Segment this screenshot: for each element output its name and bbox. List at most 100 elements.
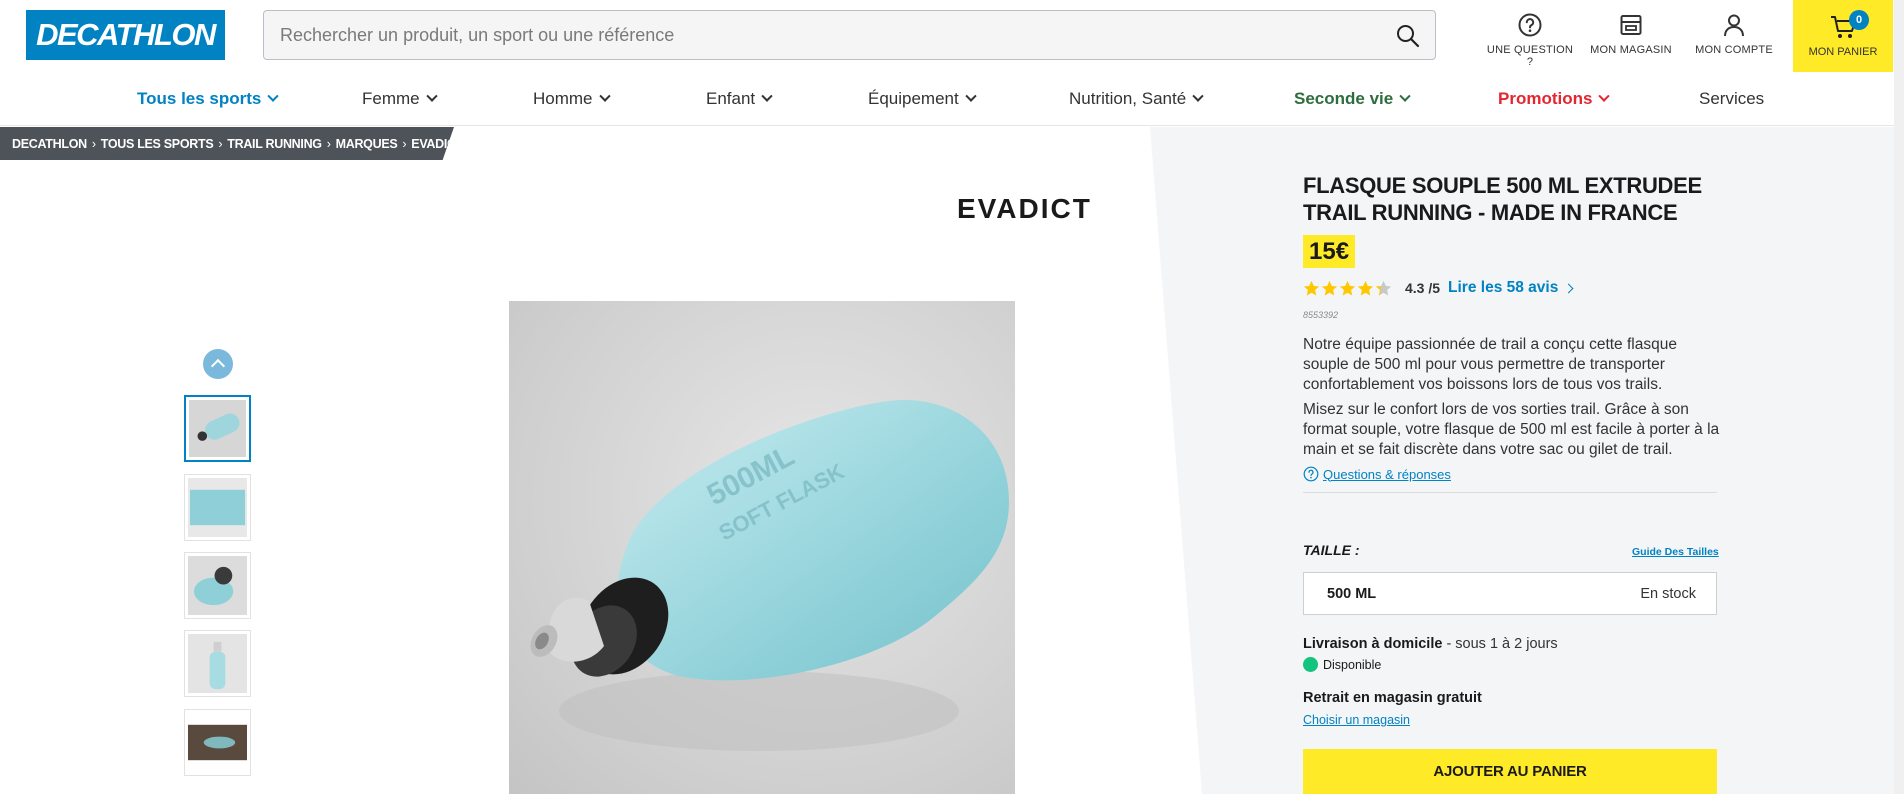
thumbnail-4[interactable] — [184, 630, 251, 697]
store-label: MON MAGASIN — [1590, 44, 1672, 56]
thumbnail-2[interactable] — [184, 474, 251, 541]
nav-item-equipement[interactable]: Équipement — [868, 89, 977, 109]
questions-answers-link[interactable]: Questions & réponses — [1303, 466, 1451, 482]
availability-dot-icon — [1303, 657, 1318, 672]
availability-label: Disponible — [1323, 657, 1382, 672]
nav-item-nutrition-sante[interactable]: Nutrition, Santé — [1069, 89, 1204, 109]
nav-item-seconde-vie[interactable]: Seconde vie — [1294, 89, 1411, 109]
chevron-down-icon — [598, 90, 611, 102]
cart-label: MON PANIER — [1808, 46, 1878, 58]
nav-label: Promotions — [1498, 89, 1593, 108]
main-product-image[interactable]: 500ML SOFT FLASK — [509, 301, 1015, 794]
availability-status: Disponible — [1303, 657, 1381, 672]
questions-answers-label: Questions & réponses — [1323, 466, 1451, 482]
nav-label: Femme — [362, 89, 420, 108]
search-bar[interactable] — [263, 10, 1436, 60]
nav-label: Tous les sports — [137, 89, 262, 108]
breadcrumb-separator-icon: › — [91, 136, 96, 151]
nav-item-femme[interactable]: Femme — [362, 89, 438, 109]
logo-text: DECATHLON — [36, 17, 216, 52]
nav-label: Enfant — [706, 89, 756, 108]
cart-count-badge: 0 — [1849, 10, 1869, 30]
nav-label: Équipement — [868, 89, 959, 108]
breadcrumb-item[interactable]: TOUS LES SPORTS — [101, 137, 214, 151]
chevron-down-icon — [267, 90, 280, 102]
brand-logo[interactable]: EVADICT — [957, 193, 1092, 225]
chevron-down-icon — [1192, 90, 1204, 102]
star-full-icon — [1357, 280, 1374, 296]
breadcrumb-item[interactable]: DECATHLON — [12, 137, 87, 151]
product-thumbnail-image — [188, 478, 247, 537]
star-full-icon — [1303, 280, 1320, 296]
nav-label: Homme — [533, 89, 593, 108]
add-to-cart-button[interactable]: AJOUTER AU PANIER — [1303, 749, 1717, 794]
product-info-background — [1150, 127, 1894, 794]
nav-label: Services — [1699, 89, 1765, 108]
size-selector[interactable]: 500 ML En stock — [1303, 572, 1717, 615]
product-description-2: Misez sur le confort lors de vos sorties… — [1303, 401, 1720, 458]
thumbnail-scroll-up-button[interactable] — [203, 349, 233, 379]
delivery-detail: - sous 1 à 2 jours — [1442, 636, 1558, 652]
nav-label: Seconde vie — [1294, 89, 1394, 108]
search-input[interactable] — [280, 11, 1360, 59]
breadcrumb: DECATHLON › TOUS LES SPORTS › TRAIL RUNNIN… — [0, 127, 454, 160]
chevron-right-icon — [1563, 283, 1574, 293]
product-thumbnail-image — [188, 556, 247, 615]
page-scrollbar[interactable] — [1894, 0, 1904, 794]
size-guide-link[interactable]: Guide Des Tailles — [1632, 546, 1719, 558]
nav-item-enfant[interactable]: Enfant — [706, 89, 773, 109]
decathlon-logo[interactable]: DECATHLON — [26, 10, 225, 60]
product-reference: 8553392 — [1303, 310, 1339, 320]
home-delivery-info: Livraison à domicile - sous 1 à 2 jours — [1303, 636, 1558, 652]
user-icon — [1724, 14, 1744, 37]
store-button[interactable]: MON MAGASIN — [1590, 12, 1672, 68]
product-thumbnail-image — [188, 713, 247, 772]
chevron-down-icon — [761, 90, 773, 102]
chevron-down-icon — [1399, 90, 1411, 102]
product-thumbnail-image — [189, 400, 246, 457]
star-full-icon — [1339, 280, 1356, 296]
search-icon[interactable] — [1395, 23, 1421, 49]
site-header: DECATHLON UNE QUESTION ? MON MAGASIN MON… — [0, 0, 1904, 72]
stock-status: En stock — [1640, 586, 1696, 602]
nav-item-services[interactable]: Services — [1699, 89, 1764, 109]
thumbnail-1[interactable] — [184, 395, 251, 462]
thumbnail-3[interactable] — [184, 552, 251, 619]
cart-button[interactable]: 0 MON PANIER — [1793, 0, 1893, 72]
star-full-icon — [1321, 280, 1338, 296]
product-thumbnail-image — [188, 634, 247, 693]
nav-item-promotions[interactable]: Promotions — [1498, 89, 1611, 109]
nav-item-homme[interactable]: Homme — [533, 89, 611, 109]
product-title: FLASQUE SOUPLE 500 ML EXTRUDEE TRAIL RUN… — [1303, 173, 1702, 225]
question-circle-icon — [1303, 466, 1319, 482]
product-rating: 4.3 /5 Lire les 58 avis — [1303, 278, 1574, 298]
question-label: UNE QUESTION ? — [1486, 44, 1574, 68]
store-pickup-title: Retrait en magasin gratuit — [1303, 690, 1482, 706]
chevron-down-icon — [425, 90, 438, 102]
nav-item-tous-les-sports[interactable]: Tous les sports — [137, 89, 280, 109]
size-value: 500 ML — [1327, 586, 1377, 602]
chevron-down-icon — [965, 90, 977, 102]
section-divider — [1303, 492, 1717, 493]
breadcrumb-item[interactable]: MARQUES — [336, 137, 398, 151]
rating-score: 4.3 /5 — [1405, 280, 1441, 296]
chevron-down-icon — [1598, 90, 1611, 102]
breadcrumb-separator-icon: › — [326, 136, 331, 151]
read-reviews-link[interactable]: Lire les 58 avis — [1448, 279, 1558, 297]
product-description-1: Notre équipe passionnée de trail a conçu… — [1303, 336, 1677, 393]
delivery-title: Livraison à domicile — [1303, 636, 1443, 652]
thumbnail-5[interactable] — [184, 709, 251, 776]
breadcrumb-item[interactable]: EVADICT — [411, 137, 454, 151]
choose-store-link[interactable]: Choisir un magasin — [1303, 713, 1410, 727]
question-button[interactable]: UNE QUESTION ? — [1484, 12, 1576, 68]
account-button[interactable]: MON COMPTE — [1694, 12, 1774, 68]
main-nav: Tous les sports Femme Homme Enfant Équip… — [0, 72, 1894, 126]
breadcrumb-separator-icon: › — [218, 136, 223, 151]
star-partial-icon — [1375, 280, 1392, 296]
product-price: 15€ — [1303, 235, 1356, 268]
store-icon — [1620, 15, 1642, 35]
breadcrumb-item[interactable]: TRAIL RUNNING — [227, 137, 322, 151]
soft-flask-image: 500ML SOFT FLASK — [530, 399, 1009, 751]
nav-label: Nutrition, Santé — [1069, 89, 1187, 108]
question-icon — [1518, 13, 1542, 37]
